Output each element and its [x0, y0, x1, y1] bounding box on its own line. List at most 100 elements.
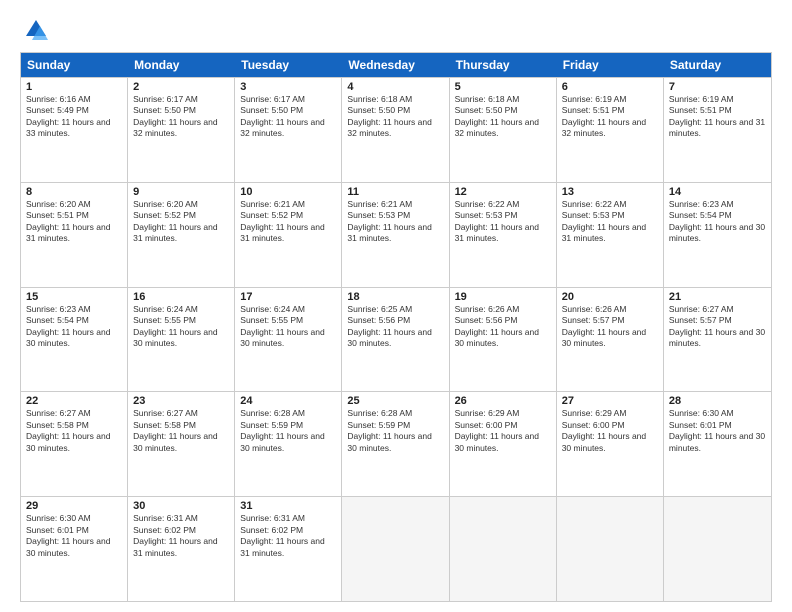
- calendar-row: 8 Sunrise: 6:20 AMSunset: 5:51 PMDayligh…: [21, 182, 771, 287]
- page: SundayMondayTuesdayWednesdayThursdayFrid…: [0, 0, 792, 612]
- header: [20, 16, 772, 44]
- day-number: 7: [669, 81, 766, 93]
- table-row: 22 Sunrise: 6:27 AMSunset: 5:58 PMDaylig…: [21, 392, 128, 496]
- table-row: 2 Sunrise: 6:17 AMSunset: 5:50 PMDayligh…: [128, 78, 235, 182]
- day-number: 12: [455, 186, 551, 198]
- day-number: 25: [347, 395, 443, 407]
- day-number: 16: [133, 291, 229, 303]
- calendar-header-cell: Saturday: [664, 53, 771, 77]
- table-row: 5 Sunrise: 6:18 AMSunset: 5:50 PMDayligh…: [450, 78, 557, 182]
- day-info: Sunrise: 6:27 AMSunset: 5:58 PMDaylight:…: [133, 408, 229, 454]
- table-row: 28 Sunrise: 6:30 AMSunset: 6:01 PMDaylig…: [664, 392, 771, 496]
- calendar-row: 29 Sunrise: 6:30 AMSunset: 6:01 PMDaylig…: [21, 496, 771, 601]
- table-row: 4 Sunrise: 6:18 AMSunset: 5:50 PMDayligh…: [342, 78, 449, 182]
- table-row: 14 Sunrise: 6:23 AMSunset: 5:54 PMDaylig…: [664, 183, 771, 287]
- table-row: 12 Sunrise: 6:22 AMSunset: 5:53 PMDaylig…: [450, 183, 557, 287]
- day-info: Sunrise: 6:29 AMSunset: 6:00 PMDaylight:…: [562, 408, 658, 454]
- calendar-header-cell: Wednesday: [342, 53, 449, 77]
- day-number: 22: [26, 395, 122, 407]
- day-number: 17: [240, 291, 336, 303]
- table-row: 24 Sunrise: 6:28 AMSunset: 5:59 PMDaylig…: [235, 392, 342, 496]
- table-row: 18 Sunrise: 6:25 AMSunset: 5:56 PMDaylig…: [342, 288, 449, 392]
- day-info: Sunrise: 6:26 AMSunset: 5:56 PMDaylight:…: [455, 304, 551, 350]
- day-info: Sunrise: 6:31 AMSunset: 6:02 PMDaylight:…: [133, 513, 229, 559]
- table-row: [557, 497, 664, 601]
- calendar-header-cell: Friday: [557, 53, 664, 77]
- day-number: 4: [347, 81, 443, 93]
- table-row: 21 Sunrise: 6:27 AMSunset: 5:57 PMDaylig…: [664, 288, 771, 392]
- table-row: 26 Sunrise: 6:29 AMSunset: 6:00 PMDaylig…: [450, 392, 557, 496]
- day-info: Sunrise: 6:19 AMSunset: 5:51 PMDaylight:…: [669, 94, 766, 140]
- day-number: 2: [133, 81, 229, 93]
- day-info: Sunrise: 6:28 AMSunset: 5:59 PMDaylight:…: [347, 408, 443, 454]
- day-info: Sunrise: 6:30 AMSunset: 6:01 PMDaylight:…: [26, 513, 122, 559]
- table-row: 30 Sunrise: 6:31 AMSunset: 6:02 PMDaylig…: [128, 497, 235, 601]
- day-info: Sunrise: 6:18 AMSunset: 5:50 PMDaylight:…: [347, 94, 443, 140]
- day-number: 11: [347, 186, 443, 198]
- day-number: 3: [240, 81, 336, 93]
- table-row: 31 Sunrise: 6:31 AMSunset: 6:02 PMDaylig…: [235, 497, 342, 601]
- day-number: 18: [347, 291, 443, 303]
- table-row: 20 Sunrise: 6:26 AMSunset: 5:57 PMDaylig…: [557, 288, 664, 392]
- table-row: 3 Sunrise: 6:17 AMSunset: 5:50 PMDayligh…: [235, 78, 342, 182]
- table-row: 16 Sunrise: 6:24 AMSunset: 5:55 PMDaylig…: [128, 288, 235, 392]
- table-row: 19 Sunrise: 6:26 AMSunset: 5:56 PMDaylig…: [450, 288, 557, 392]
- day-number: 30: [133, 500, 229, 512]
- day-info: Sunrise: 6:23 AMSunset: 5:54 PMDaylight:…: [669, 199, 766, 245]
- day-info: Sunrise: 6:29 AMSunset: 6:00 PMDaylight:…: [455, 408, 551, 454]
- table-row: 7 Sunrise: 6:19 AMSunset: 5:51 PMDayligh…: [664, 78, 771, 182]
- table-row: [450, 497, 557, 601]
- day-info: Sunrise: 6:16 AMSunset: 5:49 PMDaylight:…: [26, 94, 122, 140]
- day-number: 8: [26, 186, 122, 198]
- day-info: Sunrise: 6:17 AMSunset: 5:50 PMDaylight:…: [133, 94, 229, 140]
- day-number: 23: [133, 395, 229, 407]
- day-info: Sunrise: 6:18 AMSunset: 5:50 PMDaylight:…: [455, 94, 551, 140]
- day-info: Sunrise: 6:23 AMSunset: 5:54 PMDaylight:…: [26, 304, 122, 350]
- day-info: Sunrise: 6:24 AMSunset: 5:55 PMDaylight:…: [133, 304, 229, 350]
- day-number: 31: [240, 500, 336, 512]
- calendar-header-cell: Thursday: [450, 53, 557, 77]
- table-row: [342, 497, 449, 601]
- calendar-row: 22 Sunrise: 6:27 AMSunset: 5:58 PMDaylig…: [21, 391, 771, 496]
- day-number: 9: [133, 186, 229, 198]
- day-number: 13: [562, 186, 658, 198]
- table-row: 9 Sunrise: 6:20 AMSunset: 5:52 PMDayligh…: [128, 183, 235, 287]
- day-number: 24: [240, 395, 336, 407]
- day-number: 10: [240, 186, 336, 198]
- calendar-row: 1 Sunrise: 6:16 AMSunset: 5:49 PMDayligh…: [21, 77, 771, 182]
- day-info: Sunrise: 6:21 AMSunset: 5:52 PMDaylight:…: [240, 199, 336, 245]
- table-row: 1 Sunrise: 6:16 AMSunset: 5:49 PMDayligh…: [21, 78, 128, 182]
- calendar: SundayMondayTuesdayWednesdayThursdayFrid…: [20, 52, 772, 602]
- day-info: Sunrise: 6:24 AMSunset: 5:55 PMDaylight:…: [240, 304, 336, 350]
- day-number: 20: [562, 291, 658, 303]
- day-number: 27: [562, 395, 658, 407]
- calendar-header-cell: Tuesday: [235, 53, 342, 77]
- day-number: 5: [455, 81, 551, 93]
- table-row: 17 Sunrise: 6:24 AMSunset: 5:55 PMDaylig…: [235, 288, 342, 392]
- table-row: 15 Sunrise: 6:23 AMSunset: 5:54 PMDaylig…: [21, 288, 128, 392]
- day-info: Sunrise: 6:27 AMSunset: 5:58 PMDaylight:…: [26, 408, 122, 454]
- logo: [20, 16, 52, 44]
- day-info: Sunrise: 6:31 AMSunset: 6:02 PMDaylight:…: [240, 513, 336, 559]
- day-info: Sunrise: 6:20 AMSunset: 5:51 PMDaylight:…: [26, 199, 122, 245]
- calendar-body: 1 Sunrise: 6:16 AMSunset: 5:49 PMDayligh…: [21, 77, 771, 601]
- table-row: 8 Sunrise: 6:20 AMSunset: 5:51 PMDayligh…: [21, 183, 128, 287]
- day-info: Sunrise: 6:20 AMSunset: 5:52 PMDaylight:…: [133, 199, 229, 245]
- day-info: Sunrise: 6:22 AMSunset: 5:53 PMDaylight:…: [562, 199, 658, 245]
- day-number: 28: [669, 395, 766, 407]
- day-number: 15: [26, 291, 122, 303]
- calendar-header: SundayMondayTuesdayWednesdayThursdayFrid…: [21, 53, 771, 77]
- day-number: 6: [562, 81, 658, 93]
- day-number: 19: [455, 291, 551, 303]
- day-info: Sunrise: 6:25 AMSunset: 5:56 PMDaylight:…: [347, 304, 443, 350]
- day-info: Sunrise: 6:30 AMSunset: 6:01 PMDaylight:…: [669, 408, 766, 454]
- table-row: 23 Sunrise: 6:27 AMSunset: 5:58 PMDaylig…: [128, 392, 235, 496]
- logo-icon: [20, 16, 48, 44]
- day-info: Sunrise: 6:21 AMSunset: 5:53 PMDaylight:…: [347, 199, 443, 245]
- table-row: 6 Sunrise: 6:19 AMSunset: 5:51 PMDayligh…: [557, 78, 664, 182]
- day-info: Sunrise: 6:19 AMSunset: 5:51 PMDaylight:…: [562, 94, 658, 140]
- table-row: 29 Sunrise: 6:30 AMSunset: 6:01 PMDaylig…: [21, 497, 128, 601]
- table-row: [664, 497, 771, 601]
- calendar-row: 15 Sunrise: 6:23 AMSunset: 5:54 PMDaylig…: [21, 287, 771, 392]
- table-row: 11 Sunrise: 6:21 AMSunset: 5:53 PMDaylig…: [342, 183, 449, 287]
